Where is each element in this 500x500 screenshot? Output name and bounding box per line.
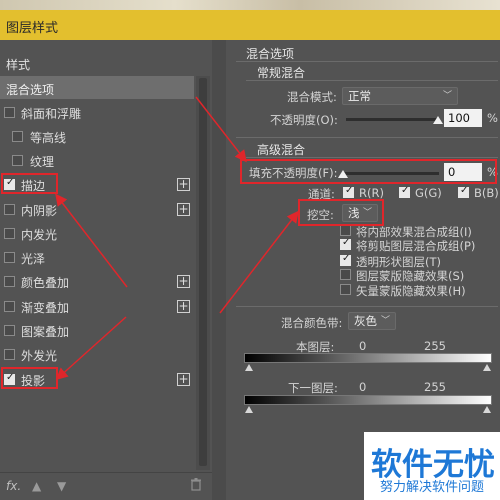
- channel-b-label: B(B): [474, 186, 499, 200]
- vector-mask-hides-checkbox[interactable]: [340, 284, 351, 295]
- panel-divider: [212, 40, 226, 500]
- watermark-subtitle: 努力解决软件问题: [380, 480, 485, 495]
- underlying-layer-high-value: 255: [424, 380, 446, 394]
- blend-mode-value: 正常: [348, 89, 371, 103]
- inner-shadow-label: 内阴影: [21, 204, 58, 218]
- layer-mask-hides-label: 图层蒙版隐藏效果(S): [356, 269, 465, 283]
- style-item-texture[interactable]: 纹理: [0, 149, 194, 173]
- this-layer-gradient: [244, 353, 492, 363]
- blend-clipped-checkbox[interactable]: [340, 237, 351, 250]
- style-item-inner-shadow[interactable]: 内阴影 +: [0, 198, 194, 222]
- advanced-blending-title: 高级混合: [257, 143, 306, 157]
- annotation-box-stroke: [1, 173, 58, 194]
- annotation-box-drop-shadow: [1, 367, 58, 389]
- gradient-overlay-label: 渐变叠加: [21, 301, 70, 315]
- color-overlay-add-button[interactable]: +: [177, 275, 190, 288]
- chevron-down-icon: ﹀: [380, 316, 390, 326]
- stroke-add-button[interactable]: +: [177, 178, 190, 191]
- transparency-shapes-checkbox[interactable]: [340, 253, 351, 266]
- styles-header: 样式: [6, 58, 31, 72]
- group-divider: [236, 137, 498, 138]
- inner-shadow-add-button[interactable]: +: [177, 203, 190, 216]
- blend-options-title: 混合选项: [246, 47, 295, 61]
- style-item-gradient-overlay[interactable]: 渐变叠加 +: [0, 295, 194, 319]
- group-divider: [236, 61, 498, 62]
- channel-r-label: R(R): [359, 186, 384, 200]
- layer-mask-hides-checkbox[interactable]: [340, 269, 351, 280]
- underlying-layer-black-stop[interactable]: [245, 406, 253, 413]
- inner-glow-checkbox[interactable]: [4, 228, 15, 239]
- dialog-title-bar: [0, 10, 500, 40]
- drop-shadow-add-button[interactable]: +: [177, 373, 190, 386]
- this-layer-white-stop[interactable]: [483, 364, 491, 371]
- group-divider: [246, 80, 498, 81]
- dialog-title: 图层样式: [6, 21, 59, 36]
- channel-g-label: G(G): [415, 186, 442, 200]
- this-layer-high-value: 255: [424, 339, 446, 353]
- this-layer-low-value: 0: [359, 339, 367, 353]
- bevel-emboss-checkbox[interactable]: [4, 107, 15, 118]
- blend-mode-dropdown[interactable]: 正常 ﹀: [342, 87, 458, 105]
- style-item-contour[interactable]: 等高线: [0, 125, 194, 149]
- underlying-layer-white-stop[interactable]: [483, 406, 491, 413]
- underlying-layer-gradient: [244, 395, 492, 405]
- style-item-bevel-emboss[interactable]: 斜面和浮雕: [0, 101, 194, 125]
- outer-glow-checkbox[interactable]: [4, 349, 15, 360]
- contour-label: 等高线: [30, 131, 67, 145]
- style-item-pattern-overlay[interactable]: 图案叠加: [0, 319, 194, 343]
- opacity-slider-thumb[interactable]: [433, 116, 443, 124]
- underlying-layer-label: 下一图层:: [288, 381, 338, 395]
- annotation-box-knockout: [298, 199, 384, 226]
- style-item-satin[interactable]: 光泽: [0, 246, 194, 270]
- background-photo-strip: [0, 0, 500, 10]
- contour-checkbox[interactable]: [12, 131, 23, 142]
- general-blending-title: 常规混合: [257, 66, 306, 80]
- texture-checkbox[interactable]: [12, 155, 23, 166]
- vector-mask-hides-label: 矢量蒙版隐藏效果(H): [356, 284, 466, 298]
- color-overlay-checkbox[interactable]: [4, 276, 15, 287]
- channel-b-checkbox[interactable]: [458, 185, 469, 198]
- inner-glow-label: 内发光: [21, 228, 58, 242]
- arrow-down-icon[interactable]: ▼: [57, 479, 66, 493]
- blend-options-label: 混合选项: [6, 83, 55, 97]
- texture-label: 纹理: [30, 155, 55, 169]
- pattern-overlay-label: 图案叠加: [21, 325, 70, 339]
- trash-icon[interactable]: [190, 478, 202, 494]
- style-item-inner-glow[interactable]: 内发光: [0, 222, 194, 246]
- chevron-down-icon: ﹀: [442, 91, 452, 101]
- style-item-outer-glow[interactable]: 外发光: [0, 343, 194, 367]
- gradient-overlay-add-button[interactable]: +: [177, 300, 190, 313]
- pattern-overlay-checkbox[interactable]: [4, 325, 15, 336]
- satin-label: 光泽: [21, 252, 46, 266]
- blend-mode-label: 混合模式:: [287, 90, 337, 104]
- satin-checkbox[interactable]: [4, 252, 15, 263]
- underlying-layer-low-value: 0: [359, 380, 367, 394]
- blend-if-label: 混合颜色带:: [281, 316, 343, 330]
- fx-icon[interactable]: fx.: [6, 479, 21, 493]
- this-layer-black-stop[interactable]: [245, 364, 253, 371]
- blend-interior-checkbox[interactable]: [340, 225, 351, 236]
- style-item-color-overlay[interactable]: 颜色叠加 +: [0, 270, 194, 294]
- gradient-overlay-checkbox[interactable]: [4, 301, 15, 312]
- arrow-up-icon[interactable]: ▲: [32, 479, 41, 493]
- outer-glow-label: 外发光: [21, 349, 58, 363]
- blend-if-dropdown[interactable]: 灰色 ﹀: [348, 312, 396, 330]
- blend-if-value: 灰色: [354, 314, 377, 328]
- blend-clipped-label: 将剪贴图层混合成组(P): [356, 239, 476, 253]
- channel-g-checkbox[interactable]: [399, 185, 410, 198]
- annotation-box-fill-opacity: [240, 159, 497, 184]
- styles-scrollbar-thumb[interactable]: [199, 78, 207, 466]
- opacity-slider[interactable]: [346, 118, 438, 121]
- bevel-emboss-label: 斜面和浮雕: [21, 107, 82, 121]
- group-divider: [246, 157, 498, 158]
- opacity-input[interactable]: 100: [444, 109, 482, 127]
- channel-r-checkbox[interactable]: [343, 185, 354, 198]
- color-overlay-label: 颜色叠加: [21, 276, 70, 290]
- opacity-label: 不透明度(O):: [270, 113, 338, 127]
- group-divider: [236, 306, 498, 307]
- inner-shadow-checkbox[interactable]: [4, 204, 15, 215]
- opacity-percent: %: [487, 111, 498, 125]
